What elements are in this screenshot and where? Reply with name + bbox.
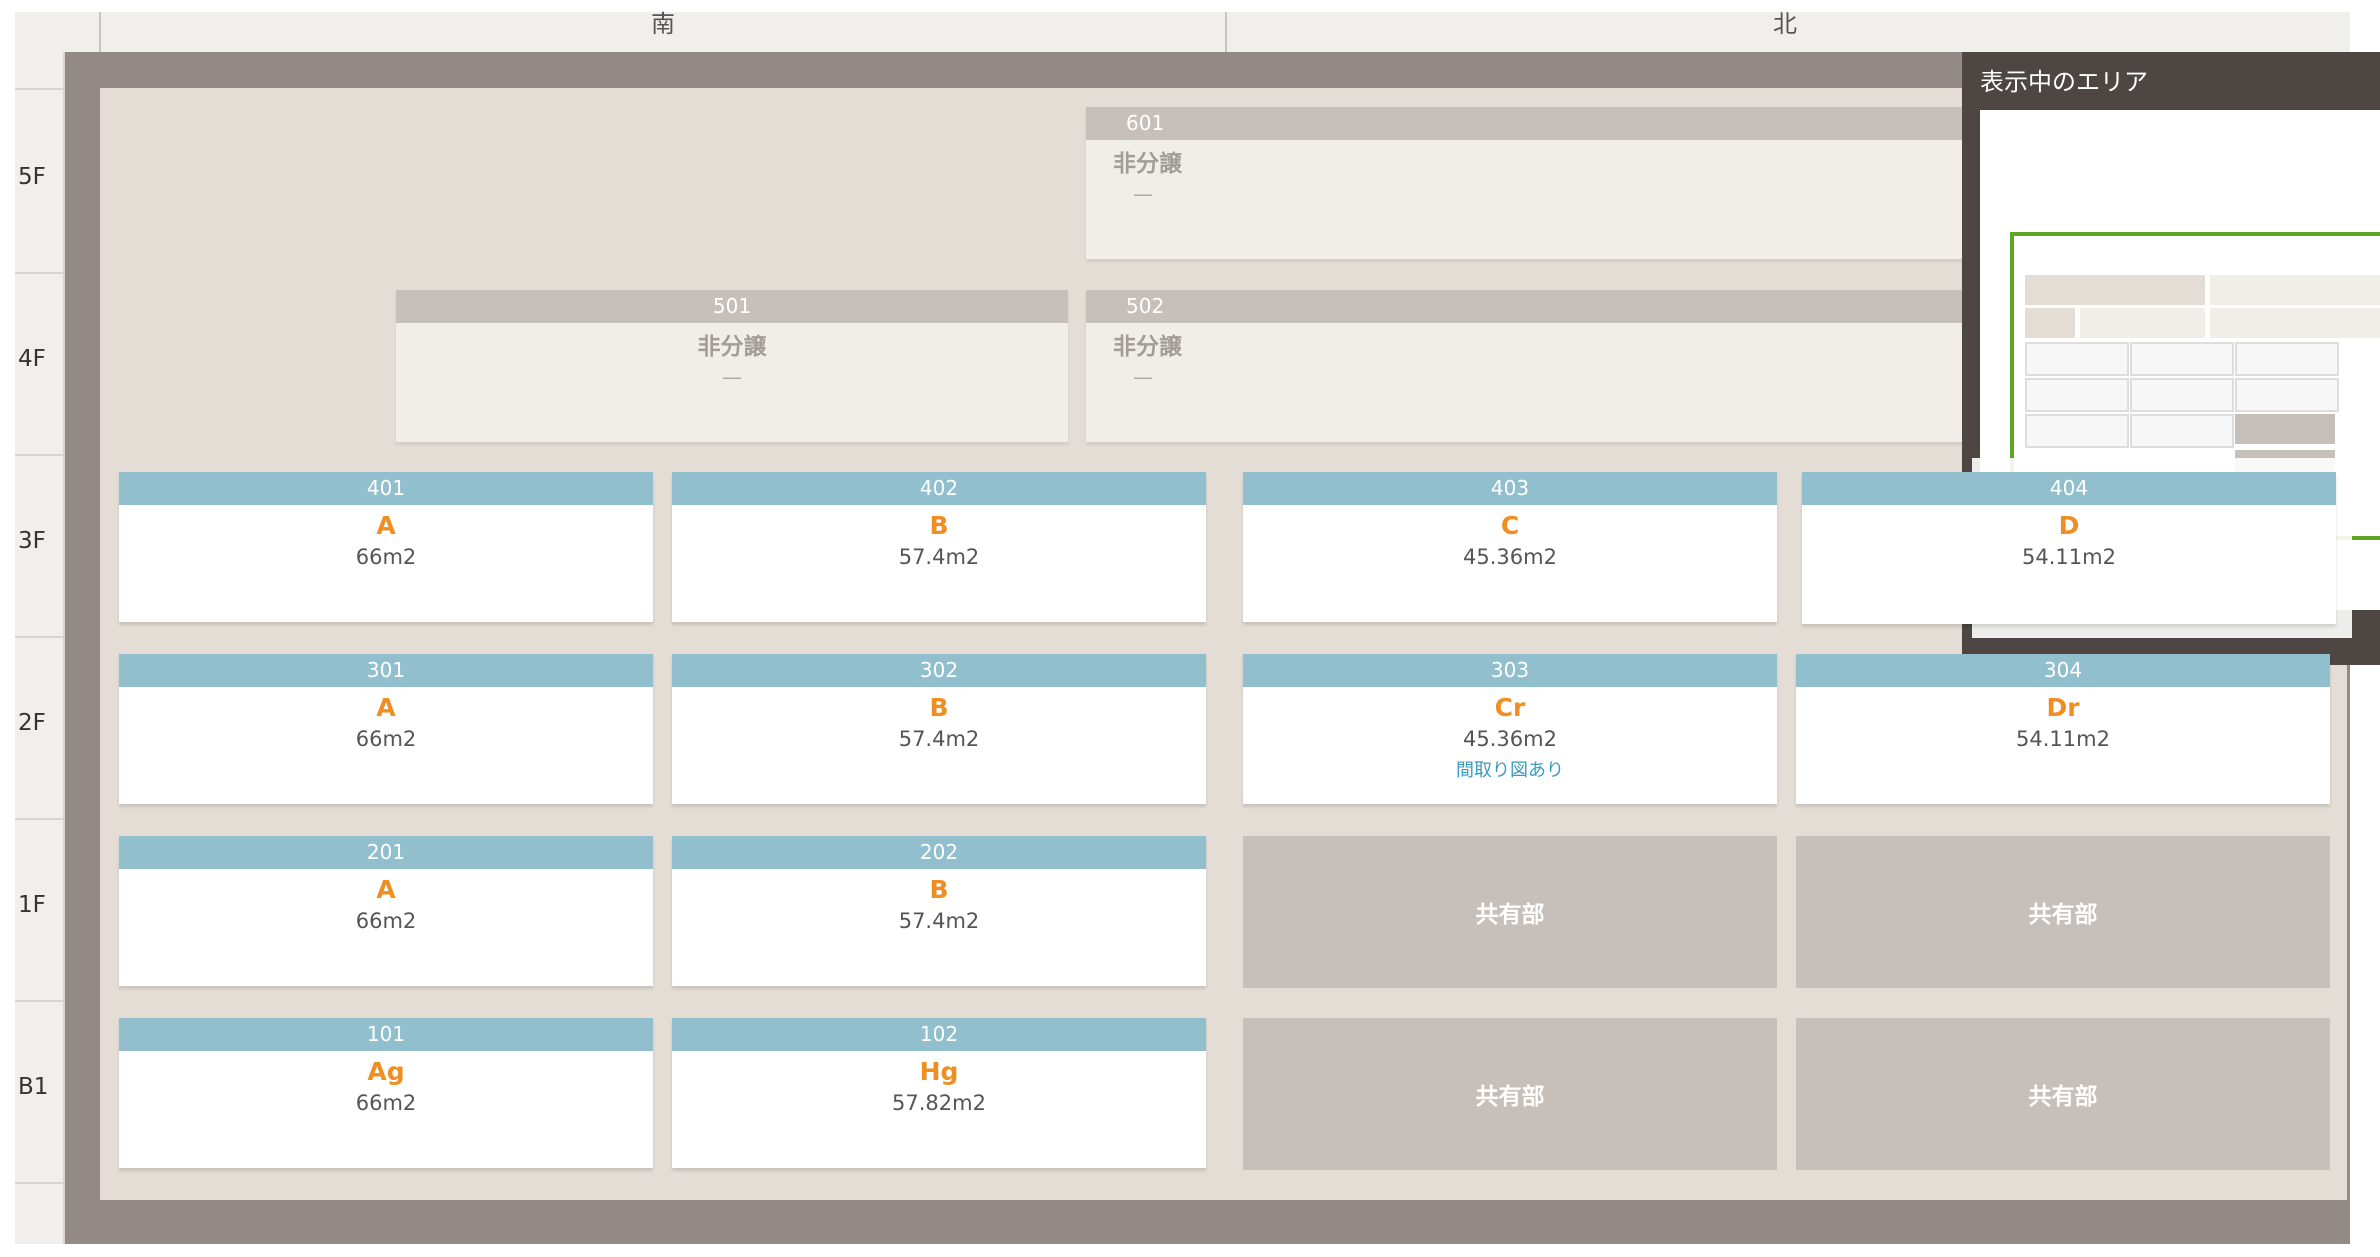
unit-number: 502: [1086, 290, 1981, 323]
unit-area: 57.82m2: [892, 1091, 986, 1115]
unit-601[interactable]: 601 非分譲 —: [1086, 107, 1981, 259]
unit-area: 57.4m2: [898, 545, 980, 569]
unit-number: 301: [119, 654, 653, 687]
unit-303[interactable]: 303 Cr 45.36m2 間取り図あり: [1243, 654, 1777, 804]
minimap-title: 表示中のエリア: [1980, 68, 2148, 96]
unit-number: 302: [672, 654, 1206, 687]
floor-label-3f: 3F: [18, 528, 46, 554]
floor-label-4f: 4F: [18, 346, 46, 372]
unit-type: Hg: [919, 1057, 959, 1086]
floor-divider: [15, 1000, 63, 1002]
unit-304[interactable]: 304 Dr 54.11m2: [1796, 654, 2330, 804]
unit-number: 303: [1243, 654, 1777, 687]
common-area: 共有部: [1243, 836, 1777, 988]
floor-divider: [15, 636, 63, 638]
unit-401[interactable]: 401 A 66m2: [119, 472, 653, 622]
floor-label-5f: 5F: [18, 164, 46, 190]
unit-402[interactable]: 402 B 57.4m2: [672, 472, 1206, 622]
unit-number: 404: [1802, 472, 2336, 505]
unit-number: 101: [119, 1018, 653, 1051]
unit-type: B: [929, 511, 949, 540]
unit-type: A: [376, 511, 396, 540]
unit-status: 非分譲: [697, 334, 767, 360]
unit-number: 102: [672, 1018, 1206, 1051]
unit-area: 57.4m2: [898, 727, 980, 751]
south-label: 南: [651, 10, 675, 38]
unit-number: 202: [672, 836, 1206, 869]
unit-type: Ag: [367, 1057, 405, 1086]
floor-divider: [15, 454, 63, 456]
unit-area: 66m2: [355, 727, 417, 751]
north-label: 北: [1773, 10, 1797, 38]
unit-number: 601: [1086, 107, 1981, 140]
unit-area: 66m2: [355, 1091, 417, 1115]
unit-status: 非分譲: [1113, 334, 1182, 360]
unit-number: 403: [1243, 472, 1777, 505]
unit-area: 45.36m2: [1463, 545, 1557, 569]
direction-header: 南 北: [15, 10, 2350, 54]
unit-dash: —: [722, 365, 742, 389]
unit-number: 401: [119, 472, 653, 505]
unit-404[interactable]: 404 D 54.11m2: [1802, 472, 2336, 624]
unit-dash: —: [1133, 365, 1153, 389]
unit-status: 非分譲: [1113, 151, 1182, 177]
unit-102[interactable]: 102 Hg 57.82m2: [672, 1018, 1206, 1168]
unit-type: Dr: [2046, 693, 2080, 722]
unit-202[interactable]: 202 B 57.4m2: [672, 836, 1206, 986]
unit-type: Cr: [1494, 693, 1526, 722]
unit-area: 66m2: [355, 909, 417, 933]
unit-area: 54.11m2: [2016, 727, 2110, 751]
floor-divider: [15, 1182, 63, 1184]
unit-type: A: [376, 693, 396, 722]
unit-type: C: [1500, 511, 1520, 540]
unit-dash: —: [1133, 182, 1153, 206]
header-divider: [99, 12, 101, 52]
unit-number: 304: [1796, 654, 2330, 687]
unit-number: 201: [119, 836, 653, 869]
unit-type: B: [929, 875, 949, 904]
header-divider: [1225, 12, 1227, 52]
unit-area: 54.11m2: [2022, 545, 2116, 569]
unit-area: 45.36m2: [1463, 727, 1557, 751]
unit-type: A: [376, 875, 396, 904]
floor-column: 5F 4F 3F 2F 1F B1: [15, 52, 65, 1244]
unit-403[interactable]: 403 C 45.36m2: [1243, 472, 1777, 622]
unit-number: 501: [396, 290, 1068, 323]
unit-area: 57.4m2: [898, 909, 980, 933]
common-area: 共有部: [1243, 1018, 1777, 1170]
common-area: 共有部: [1796, 836, 2330, 988]
floor-divider: [15, 88, 63, 90]
unit-type: D: [2058, 511, 2080, 540]
unit-301[interactable]: 301 A 66m2: [119, 654, 653, 804]
floor-label-b1: B1: [18, 1074, 49, 1100]
unit-area: 66m2: [355, 545, 417, 569]
floor-divider: [15, 272, 63, 274]
floor-divider: [15, 818, 63, 820]
unit-302[interactable]: 302 B 57.4m2: [672, 654, 1206, 804]
unit-number: 402: [672, 472, 1206, 505]
unit-101[interactable]: 101 Ag 66m2: [119, 1018, 653, 1168]
common-area: 共有部: [1796, 1018, 2330, 1170]
floorplan-link[interactable]: 間取り図あり: [1243, 756, 1777, 782]
unit-type: B: [929, 693, 949, 722]
floor-label-1f: 1F: [18, 892, 46, 918]
floor-label-2f: 2F: [18, 710, 46, 736]
unit-502[interactable]: 502 非分譲 —: [1086, 290, 1981, 442]
unit-201[interactable]: 201 A 66m2: [119, 836, 653, 986]
unit-501[interactable]: 501 非分譲 —: [396, 290, 1068, 442]
